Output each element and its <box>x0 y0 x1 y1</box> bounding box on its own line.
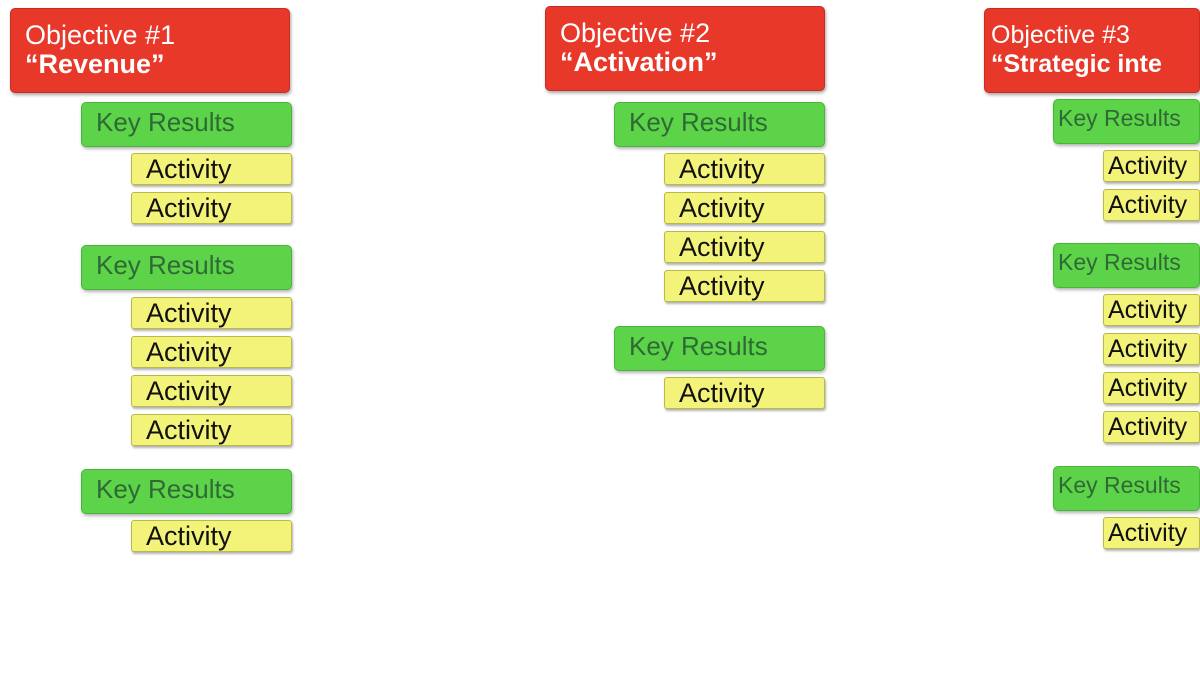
activity-box: Activity <box>664 270 825 302</box>
objective-name: “Strategic inte <box>991 50 1162 78</box>
activity-box: Activity <box>131 336 292 368</box>
objective-name: “Activation” <box>560 47 718 77</box>
key-results-box: Key Results <box>81 102 292 147</box>
activity-box: Activity <box>131 297 292 329</box>
activity-box: Activity <box>1103 517 1200 549</box>
objective-box: Objective #2 “Activation” <box>545 6 825 91</box>
activity-box: Activity <box>664 192 825 224</box>
activity-box: Activity <box>1103 333 1200 365</box>
activity-box: Activity <box>1103 294 1200 326</box>
activity-box: Activity <box>131 375 292 407</box>
objective-name: “Revenue” <box>25 49 165 79</box>
key-results-box: Key Results <box>1053 99 1200 144</box>
activity-box: Activity <box>664 231 825 263</box>
activity-box: Activity <box>131 414 292 446</box>
activity-box: Activity <box>1103 372 1200 404</box>
objective-title: Objective #3 <box>991 21 1130 49</box>
activity-box: Activity <box>1103 150 1200 182</box>
activity-box: Activity <box>1103 411 1200 443</box>
activity-box: Activity <box>131 153 292 185</box>
key-results-box: Key Results <box>614 326 825 371</box>
activity-box: Activity <box>664 153 825 185</box>
key-results-box: Key Results <box>1053 466 1200 511</box>
activity-box: Activity <box>131 520 292 552</box>
key-results-box: Key Results <box>1053 243 1200 288</box>
key-results-box: Key Results <box>81 245 292 290</box>
key-results-box: Key Results <box>614 102 825 147</box>
activity-box: Activity <box>664 377 825 409</box>
objective-box: Objective #3 “Strategic inte <box>984 8 1200 93</box>
objective-title: Objective #1 <box>25 20 176 50</box>
key-results-box: Key Results <box>81 469 292 514</box>
objective-box: Objective #1 “Revenue” <box>10 8 290 93</box>
activity-box: Activity <box>1103 189 1200 221</box>
objective-title: Objective #2 <box>560 18 711 48</box>
activity-box: Activity <box>131 192 292 224</box>
